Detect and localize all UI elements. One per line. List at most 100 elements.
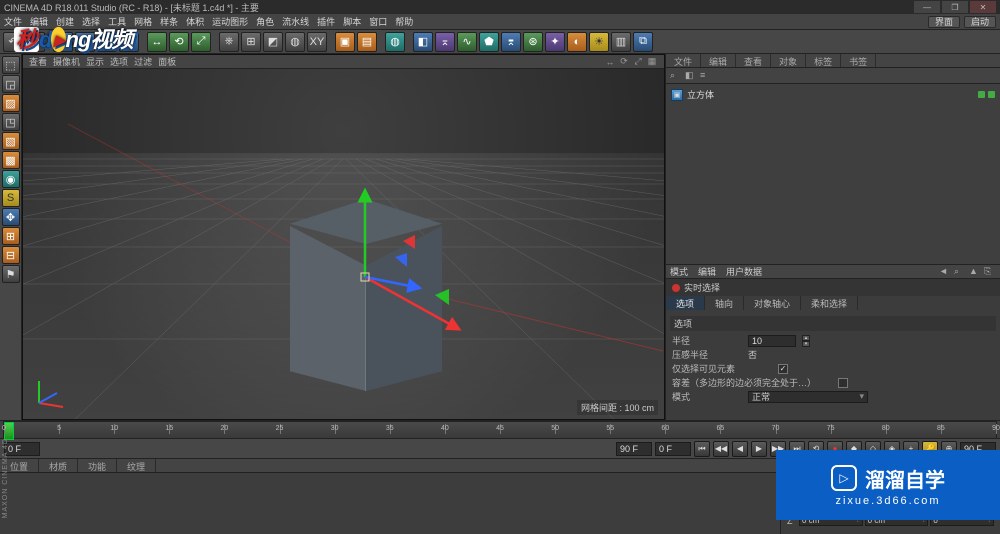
objmgr-menu-书签[interactable]: 书签 [841, 54, 876, 67]
toolbar-button-13[interactable]: ⊞ [241, 32, 261, 52]
menu-角色[interactable]: 角色 [256, 15, 274, 28]
toolbar-button-25[interactable]: ∿ [457, 32, 477, 52]
transport-button-0[interactable]: ⏮ [694, 441, 710, 457]
mode-tool-8[interactable]: ✥ [2, 208, 20, 226]
vp-menu-摄像机[interactable]: 摄像机 [53, 55, 80, 68]
toolbar-button-8[interactable]: ↔ [147, 32, 167, 52]
menu-运动图形[interactable]: 运动图形 [212, 15, 248, 28]
visible-only-checkbox[interactable] [778, 364, 788, 374]
toolbar-button-29[interactable]: ✦ [545, 32, 565, 52]
transport-button-2[interactable]: ◀ [732, 441, 748, 457]
attr-head-icon-1[interactable]: ⌕ [954, 266, 966, 278]
time-track[interactable]: 051015202530354045505560657075808590 [3, 421, 997, 439]
toolbar-button-28[interactable]: ⊛ [523, 32, 543, 52]
maximize-button[interactable]: ❐ [942, 1, 968, 13]
object-tree[interactable]: ▣ 立方体 [666, 84, 1000, 264]
menu-插件[interactable]: 插件 [317, 15, 335, 28]
material-manager[interactable] [0, 473, 780, 534]
mode-tool-5[interactable]: ▩ [2, 151, 20, 169]
toolbar-button-23[interactable]: ◧ [413, 32, 433, 52]
menu-流水线[interactable]: 流水线 [282, 15, 309, 28]
current-frame-input[interactable]: 0 F [655, 442, 691, 456]
menu-脚本[interactable]: 脚本 [343, 15, 361, 28]
toolbar-button-31[interactable]: ☀ [589, 32, 609, 52]
objmgr-menu-编辑[interactable]: 编辑 [701, 54, 736, 67]
object-flags[interactable] [978, 91, 995, 98]
minimize-button[interactable]: — [914, 1, 940, 13]
toolbar-button-33[interactable]: ⧉ [633, 32, 653, 52]
toolbar-button-15[interactable]: ◍ [285, 32, 305, 52]
toolbar-button-24[interactable]: ⌅ [435, 32, 455, 52]
objmgr-menu-对象[interactable]: 对象 [771, 54, 806, 67]
vp-nav-icon-3[interactable]: ▦ [646, 56, 658, 68]
mode-tool-6[interactable]: ◉ [2, 170, 20, 188]
objmgr-menu-查看[interactable]: 查看 [736, 54, 771, 67]
attr-subtab-轴向[interactable]: 轴向 [705, 296, 744, 310]
toolbar-button-16[interactable]: XY [307, 32, 327, 52]
attr-menu-用户数据[interactable]: 用户数据 [726, 265, 762, 278]
vp-menu-面板[interactable]: 面板 [158, 55, 176, 68]
mode-tool-10[interactable]: ⊟ [2, 246, 20, 264]
vp-menu-过滤[interactable]: 过滤 [134, 55, 152, 68]
radius-spinner[interactable]: ▴▾ [802, 335, 810, 347]
attr-head-icon-2[interactable]: ▲ [969, 266, 981, 278]
toolbar-button-30[interactable]: ◐ [567, 32, 587, 52]
objmgr-tool-icon-2[interactable]: ≡ [700, 70, 712, 82]
toolbar-button-14[interactable]: ◩ [263, 32, 283, 52]
mode-tool-9[interactable]: ⊞ [2, 227, 20, 245]
transport-button-1[interactable]: ◀◀ [713, 441, 729, 457]
objmgr-menu-文件[interactable]: 文件 [666, 54, 701, 67]
objmgr-tool-icon-0[interactable]: ⌕ [670, 70, 682, 82]
bottom-tab-纹理[interactable]: 纹理 [117, 459, 156, 472]
cube-object[interactable] [266, 199, 466, 409]
objmgr-menu-标签[interactable]: 标签 [806, 54, 841, 67]
menu-体积[interactable]: 体积 [186, 15, 204, 28]
3d-viewport[interactable]: 网格间距 : 100 cm [23, 69, 664, 419]
vp-nav-icon-0[interactable]: ↔ [604, 56, 616, 68]
attr-menu-模式[interactable]: 模式 [670, 265, 688, 278]
transport-button-3[interactable]: ▶ [751, 441, 767, 457]
toolbar-button-21[interactable]: ◍ [385, 32, 405, 52]
menu-帮助[interactable]: 帮助 [395, 15, 413, 28]
close-button[interactable]: ✕ [970, 1, 996, 13]
toolbar-button-12[interactable]: ⎈ [219, 32, 239, 52]
mode-dropdown[interactable]: 正常 [748, 391, 868, 403]
objmgr-tool-icon-1[interactable]: ◧ [685, 70, 697, 82]
tolerant-checkbox[interactable] [838, 378, 848, 388]
toolbar-button-10[interactable]: ⤢ [191, 32, 211, 52]
render-dot-icon[interactable] [988, 91, 995, 98]
vp-nav-icon-1[interactable]: ⟳ [618, 56, 630, 68]
attr-subtab-选项[interactable]: 选项 [666, 296, 705, 310]
radius-input[interactable]: 10 [748, 335, 796, 347]
layout-dropdown[interactable]: 启动 [964, 16, 996, 28]
attr-head-icon-3[interactable]: ⎘ [984, 266, 996, 278]
vp-nav-icon-2[interactable]: ⤢ [632, 56, 644, 68]
range-start-input[interactable]: 0 F [4, 442, 40, 456]
range-end-input[interactable]: 90 F [616, 442, 652, 456]
attr-menu-编辑[interactable]: 编辑 [698, 265, 716, 278]
toolbar-button-27[interactable]: ⌆ [501, 32, 521, 52]
menu-样条[interactable]: 样条 [160, 15, 178, 28]
mode-tool-2[interactable]: ▨ [2, 94, 20, 112]
bottom-tab-材质[interactable]: 材质 [39, 459, 78, 472]
toolbar-button-18[interactable]: ▣ [335, 32, 355, 52]
bottom-tab-功能[interactable]: 功能 [78, 459, 117, 472]
visibility-dot-icon[interactable] [978, 91, 985, 98]
attr-subtab-对象轴心[interactable]: 对象轴心 [744, 296, 801, 310]
mode-tool-0[interactable]: ⬚ [2, 56, 20, 74]
menu-网格[interactable]: 网格 [134, 15, 152, 28]
vp-menu-显示[interactable]: 显示 [86, 55, 104, 68]
vp-menu-选项[interactable]: 选项 [110, 55, 128, 68]
mode-tool-1[interactable]: ◲ [2, 75, 20, 93]
menu-窗口[interactable]: 窗口 [369, 15, 387, 28]
toolbar-button-19[interactable]: ▤ [357, 32, 377, 52]
attr-head-icon-0[interactable]: ◄ [939, 266, 951, 278]
vp-menu-查看[interactable]: 查看 [29, 55, 47, 68]
tree-item-cube[interactable]: ▣ 立方体 [669, 87, 997, 102]
mode-tool-11[interactable]: ⚑ [2, 265, 20, 283]
mode-tool-4[interactable]: ▧ [2, 132, 20, 150]
mode-tool-3[interactable]: ◳ [2, 113, 20, 131]
toolbar-button-9[interactable]: ⟲ [169, 32, 189, 52]
toolbar-button-26[interactable]: ⬟ [479, 32, 499, 52]
mode-tool-7[interactable]: S [2, 189, 20, 207]
